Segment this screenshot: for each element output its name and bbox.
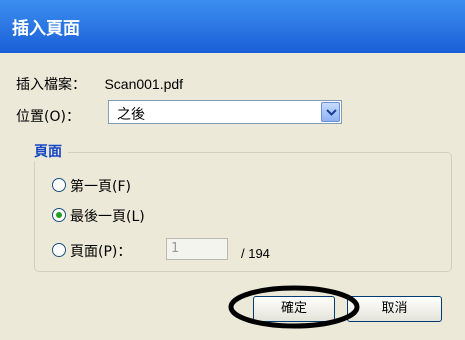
radio-selected-dot <box>56 212 62 218</box>
ellipse-annotation <box>228 285 360 329</box>
page-total: / 194 <box>241 246 270 261</box>
chevron-down-icon <box>326 109 337 116</box>
window-title: 插入頁面 <box>12 19 80 39</box>
radio-last-page[interactable] <box>52 208 66 222</box>
file-label: 插入檔案： <box>16 77 86 93</box>
radio-page-number-label[interactable]: 頁面(P)： <box>70 241 131 261</box>
position-select[interactable]: 之後 <box>108 100 342 124</box>
position-select-value: 之後 <box>117 107 145 123</box>
dropdown-button[interactable] <box>321 102 340 122</box>
page-number-input[interactable]: 1 <box>166 238 228 260</box>
file-name: Scan001.pdf <box>104 76 184 92</box>
pages-group-title: 頁面 <box>34 141 68 161</box>
position-label: 位置(O)： <box>16 109 80 125</box>
radio-first-page[interactable] <box>52 178 66 192</box>
title-bar: 插入頁面 <box>0 0 465 53</box>
radio-last-page-label[interactable]: 最後一頁(L) <box>70 206 145 226</box>
radio-first-page-label[interactable]: 第一頁(F) <box>70 176 131 196</box>
radio-page-number[interactable] <box>52 243 66 257</box>
file-row: 插入檔案： Scan001.pdf <box>16 74 183 94</box>
